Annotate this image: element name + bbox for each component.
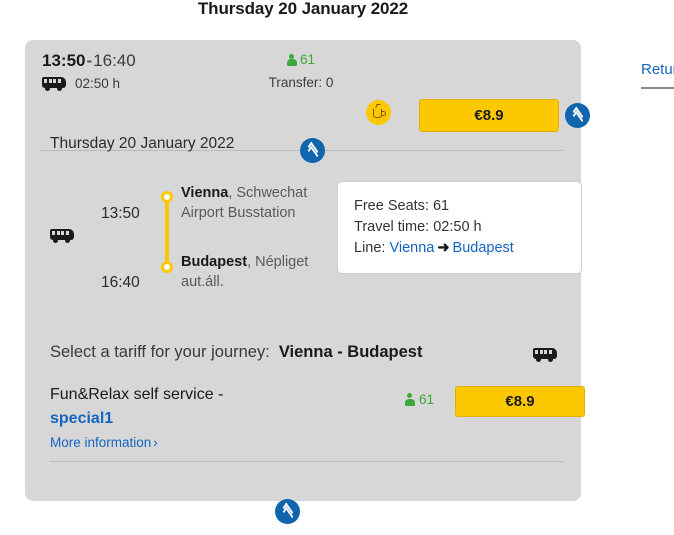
- leg-timeline: [161, 191, 173, 281]
- tariff-option-row[interactable]: Fun&Relax self service - special1 More i…: [50, 383, 585, 461]
- departure-time: 13:50: [42, 51, 86, 70]
- tariff-price-button[interactable]: €8.9: [455, 386, 585, 417]
- tariff-free-seats-count: 61: [419, 392, 435, 407]
- return-journey-tab[interactable]: Return: [641, 58, 674, 89]
- free-seats-count: 61: [299, 52, 316, 67]
- journey-detail-area: Thursday 20 January 2022 13:50 16:40 Vie…: [25, 101, 582, 292]
- leg-arrival-time: 16:40: [101, 274, 140, 291]
- info-free-seats-label: Free Seats:: [354, 198, 429, 214]
- journey-seats-block: 61 Transfer: 0: [246, 51, 356, 90]
- leg-departure-time: 13:50: [101, 205, 140, 222]
- free-seats-row: 61: [246, 51, 356, 69]
- info-line-origin-link[interactable]: Vienna: [389, 240, 434, 256]
- card-footer: [25, 462, 581, 501]
- info-free-seats-value: 61: [432, 198, 450, 214]
- journey-summary-header[interactable]: 13:50-16:40 02:50 h 61 Transfer: 0: [25, 40, 581, 101]
- info-travel-time-label: Travel time:: [354, 219, 430, 235]
- tariff-free-seats: 61: [405, 392, 434, 407]
- timeline-dot-origin: [161, 191, 173, 203]
- info-line-row: Line: Vienna ➜ Budapest: [354, 238, 565, 259]
- detail-date: Thursday 20 January 2022: [50, 135, 235, 152]
- person-icon: [405, 393, 415, 406]
- time-separator: -: [86, 51, 93, 70]
- arrow-right-icon: ➜: [437, 240, 450, 256]
- leg-origin-city: Vienna: [181, 185, 229, 201]
- leg-destination-city: Budapest: [181, 254, 248, 270]
- info-travel-time: Travel time: 02:50 h: [354, 217, 565, 238]
- journey-duration-row: 02:50 h: [42, 76, 136, 92]
- tariff-route: Vienna - Budapest: [278, 343, 423, 361]
- journey-duration: 02:50 h: [75, 76, 121, 91]
- return-journey-tab-label: Return: [641, 61, 674, 78]
- info-free-seats: Free Seats: 61: [354, 196, 565, 217]
- info-line-destination-link[interactable]: Budapest: [453, 240, 514, 256]
- tariff-option-variant: special1: [50, 410, 114, 427]
- tariff-prompt: Select a tariff for your journey:: [50, 343, 270, 361]
- journey-leg: 13:50 16:40 Vienna, Schwechat Airport Bu…: [41, 181, 582, 292]
- tariff-section: Select a tariff for your journey: Vienna …: [25, 343, 585, 462]
- person-icon: [286, 53, 297, 67]
- timeline-dot-destination: [161, 261, 173, 273]
- tariff-option-title: Fun&Relax self service -: [50, 386, 224, 403]
- journey-card: 13:50-16:40 02:50 h 61 Transfer: 0 €8.9 …: [25, 40, 590, 501]
- tariff-option-name: Fun&Relax self service - special1: [50, 383, 310, 431]
- tariff-divider: [50, 461, 565, 462]
- leg-info-box: Free Seats: 61 Travel time: 02:50 h Line…: [337, 181, 582, 274]
- collapse-card-bottom-button[interactable]: [275, 499, 300, 524]
- info-travel-time-value: 02:50 h: [433, 219, 482, 235]
- return-journey-tab-underline: [641, 87, 674, 89]
- bus-icon: [42, 77, 68, 91]
- page-title: Thursday 20 January 2022: [197, 0, 409, 18]
- timeline-rail: [165, 197, 169, 267]
- tariff-bus-icon: [533, 348, 559, 362]
- leg-origin-stop: Vienna, Schwechat Airport Busstation: [181, 183, 321, 223]
- info-line-label: Line:: [354, 240, 386, 256]
- more-information-link[interactable]: More information ›: [50, 435, 565, 450]
- journey-times: 13:50-16:40 02:50 h: [42, 50, 136, 92]
- journey-time-range: 13:50-16:40: [42, 50, 136, 72]
- chevron-right-icon: ›: [153, 435, 158, 450]
- transfer-count: Transfer: 0: [268, 75, 334, 90]
- leg-bus-icon: [50, 229, 76, 243]
- more-information-label: More information: [50, 435, 152, 450]
- leg-destination-stop: Budapest, Népliget aut.áll.: [181, 252, 321, 292]
- arrival-time: 16:40: [93, 51, 136, 70]
- tariff-header: Select a tariff for your journey: Vienna …: [50, 343, 565, 373]
